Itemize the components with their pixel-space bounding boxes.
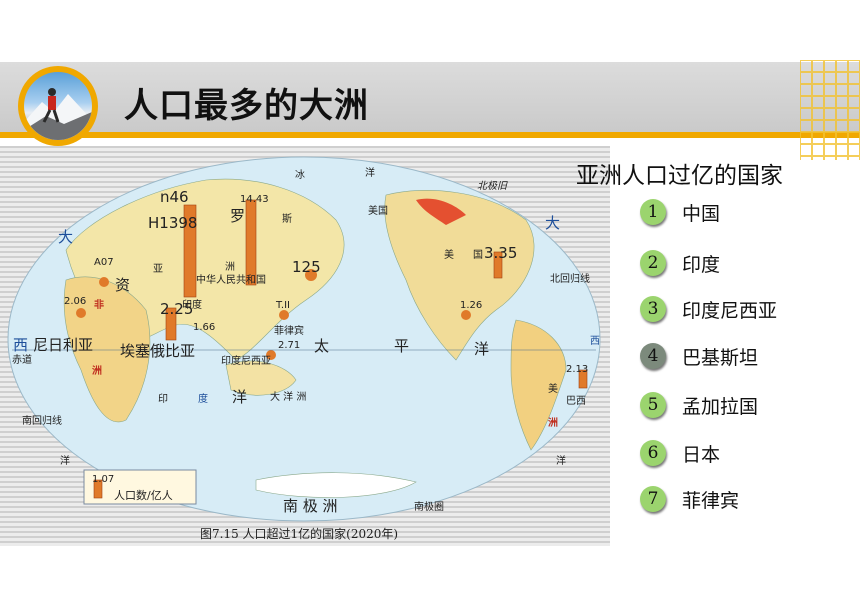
number-badge: 6 bbox=[640, 440, 666, 466]
map-label: 2.13 bbox=[566, 364, 589, 375]
map-label: 北极旧 bbox=[477, 181, 507, 192]
map-label: 洋 bbox=[365, 168, 375, 179]
map-label: 度 bbox=[198, 394, 208, 405]
legend-text: 人口数/亿人 bbox=[114, 489, 173, 502]
map-label: 尼日利亚 bbox=[33, 336, 94, 354]
sidebar-title: 亚洲人口过亿的国家 bbox=[576, 163, 783, 189]
map-label: 洋 bbox=[556, 456, 566, 467]
map-label: 赤道 bbox=[12, 355, 32, 366]
map-label: 南极圈 bbox=[414, 502, 444, 513]
map-label: 太 bbox=[314, 337, 330, 355]
map-label: 斯 bbox=[282, 214, 292, 225]
map-label: 洋 bbox=[60, 456, 70, 467]
map-label: H1398 bbox=[148, 214, 198, 232]
map-label: 大 bbox=[545, 214, 561, 232]
map-label: 1.26 bbox=[460, 300, 483, 311]
map-label: 非 bbox=[94, 300, 104, 311]
number-badge: 4 bbox=[640, 343, 666, 369]
number-badge: 3 bbox=[640, 296, 666, 322]
map-label: 平 bbox=[394, 337, 410, 355]
number-badge: 1 bbox=[640, 199, 666, 225]
map-label: 洲 bbox=[92, 366, 102, 377]
map-label: n46 bbox=[160, 188, 189, 206]
map-label: 2.06 bbox=[64, 296, 87, 307]
map-label: 印度尼西亚 bbox=[221, 356, 271, 367]
map-label: 国 bbox=[473, 250, 483, 261]
country-label: 孟加拉国 bbox=[682, 396, 759, 418]
map-label: A07 bbox=[94, 257, 114, 268]
map-label: 美 bbox=[548, 384, 558, 395]
map-label: 1.66 bbox=[193, 322, 216, 333]
grid-decoration bbox=[800, 60, 860, 160]
country-label: 巴基斯坦 bbox=[682, 347, 759, 369]
map-label: 大 bbox=[58, 228, 74, 246]
map-label: 罗 bbox=[230, 207, 246, 225]
map-label: 14.43 bbox=[240, 194, 269, 205]
map-label: 南 极 洲 bbox=[283, 497, 338, 515]
map-label: 中华人民共和国 bbox=[196, 275, 266, 286]
map-label: 美 bbox=[444, 250, 454, 261]
map-label: 大 洋 洲 bbox=[270, 392, 307, 403]
map-label: 美国 bbox=[368, 206, 388, 217]
map-label: 2.71 bbox=[278, 340, 301, 351]
number-badge: 5 bbox=[640, 392, 666, 418]
country-label: 印度尼西亚 bbox=[682, 300, 778, 322]
map-label: 洋 bbox=[232, 388, 248, 406]
number-badge: 7 bbox=[640, 486, 666, 512]
map-label: 冰 bbox=[295, 170, 305, 181]
country-label: 日本 bbox=[682, 444, 721, 466]
figure-caption: 图7.15 人口超过1亿的国家(2020年) bbox=[200, 527, 399, 541]
map-label: 洲 bbox=[548, 418, 558, 429]
map-label: 巴西 bbox=[566, 396, 586, 407]
number-badge: 2 bbox=[640, 250, 666, 276]
header-accent-line bbox=[0, 132, 860, 138]
world-population-map bbox=[7, 156, 601, 522]
map-label: 北回归线 bbox=[550, 274, 590, 285]
map-label: 125 bbox=[292, 258, 321, 276]
map-label: 西 bbox=[590, 336, 600, 347]
legend-value: 1.07 bbox=[92, 474, 115, 485]
map-label: 资 bbox=[115, 276, 131, 294]
map-label: 洋 bbox=[474, 340, 490, 358]
map-label: 南回归线 bbox=[22, 416, 62, 427]
map-label: 亚 bbox=[153, 264, 163, 275]
map-label: 印度 bbox=[182, 300, 202, 311]
map-label: 印 bbox=[158, 394, 168, 405]
hiker-logo bbox=[18, 66, 98, 146]
country-label: 菲律宾 bbox=[682, 490, 740, 512]
map-label: T.II bbox=[276, 300, 290, 311]
map-label: 埃塞俄比亚 bbox=[120, 342, 196, 360]
country-label: 中国 bbox=[682, 203, 721, 225]
map-label: 3.35 bbox=[484, 244, 518, 262]
page-title: 人口最多的大洲 bbox=[124, 86, 369, 126]
map-label: 菲律宾 bbox=[274, 326, 304, 337]
country-label: 印度 bbox=[682, 254, 721, 276]
